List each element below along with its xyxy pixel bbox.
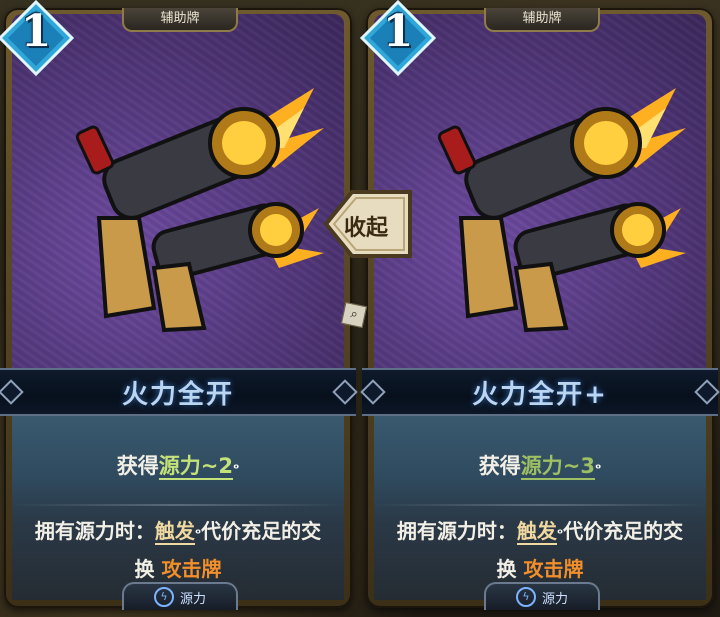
source-tag: ϟ 源力 [122, 582, 238, 610]
keyword-link[interactable]: 触发 [154, 519, 195, 545]
cost-gem: 1 [360, 0, 436, 76]
effect-prefix: 拥有源力时： [396, 519, 517, 543]
effect-target: 攻击牌 [161, 557, 222, 581]
collapse-button[interactable]: 收起 [322, 178, 414, 270]
cost-value: 1 [20, 6, 52, 57]
gain-line: 获得源力~3ᵒ [374, 450, 706, 480]
keyword-link[interactable]: 触发 [516, 519, 557, 545]
effect-text: 拥有源力时：触发ᵒ代价充足的交换 攻击牌 [26, 514, 330, 586]
card-description: 获得源力~3ᵒ 拥有源力时：触发ᵒ代价充足的交换 攻击牌 [374, 412, 706, 600]
question-icon[interactable]: ᵒ [595, 462, 601, 477]
card-title: 火力全开+ [472, 379, 608, 410]
gain-prefix: 获得 [116, 454, 159, 478]
source-label: 源力 [541, 591, 568, 607]
source-label: 源力 [179, 591, 206, 607]
card-title: 火力全开 [121, 379, 234, 410]
gain-line: 获得源力~2ᵒ [12, 450, 344, 480]
lightning-icon: ϟ [153, 587, 174, 607]
lightning-icon: ϟ [515, 587, 536, 607]
card-title-banner: 火力全开 [0, 368, 356, 416]
card-title-banner: 火力全开+ [362, 368, 718, 416]
blaster-pistols-art [75, 88, 324, 333]
cost-gem: 1 [0, 0, 74, 76]
card-base[interactable]: 1 辅助牌 火力全开 获得源力~2ᵒ 拥有源力时：触发ᵒ代价充足的交换 攻击牌 … [0, 0, 356, 610]
source-tag: ϟ 源力 [484, 582, 600, 610]
cost-value: 1 [382, 6, 414, 57]
question-icon[interactable]: ᵒ [233, 462, 239, 477]
effect-text: 拥有源力时：触发ᵒ代价充足的交换 攻击牌 [388, 514, 692, 586]
card-description: 获得源力~2ᵒ 拥有源力时：触发ᵒ代价充足的交换 攻击牌 [12, 412, 344, 600]
effect-target: 攻击牌 [523, 557, 584, 581]
effect-prefix: 拥有源力时： [34, 519, 155, 543]
card-type-label: 辅助牌 [122, 8, 238, 32]
card-upgraded[interactable]: 1 辅助牌 火力全开+ 获得源力~3ᵒ 拥有源力时：触发ᵒ代价充足的交换 攻击牌… [360, 0, 718, 610]
blaster-pistols-art [437, 88, 686, 333]
card-type-label: 辅助牌 [484, 8, 600, 32]
keyword-link[interactable]: 源力~2 [158, 454, 233, 480]
gain-prefix: 获得 [478, 454, 521, 478]
keyword-link[interactable]: 源力~3 [520, 454, 595, 480]
collapse-label: 收起 [344, 216, 389, 241]
zoom-icon[interactable]: ⌕ [340, 301, 368, 329]
